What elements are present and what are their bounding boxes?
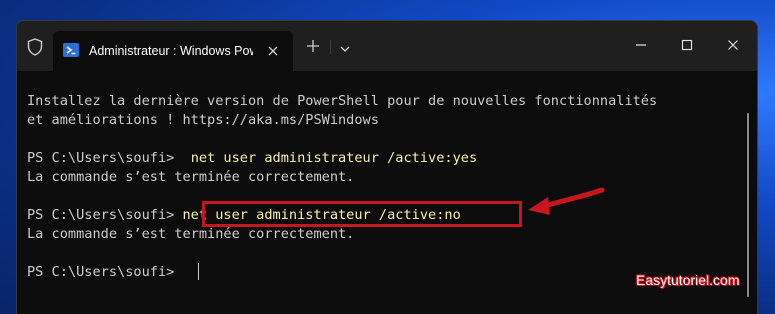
terminal-line: La commande s’est terminée correctement.	[27, 226, 355, 242]
close-window-button[interactable]	[709, 33, 755, 57]
watermark: Easytutoriel.com	[636, 272, 740, 288]
tab-divider	[330, 40, 331, 54]
maximize-button[interactable]	[663, 33, 709, 57]
terminal-line: La commande s’est terminée correctement.	[27, 169, 355, 185]
tab-title: Administrateur : Windows PowerShell	[89, 44, 253, 58]
terminal-prompt-line: PS C:\Users\soufi> net user administrate…	[27, 149, 477, 168]
arrow-icon	[528, 187, 605, 215]
minimize-button[interactable]	[617, 33, 663, 57]
terminal-prompt-line: PS C:\Users\soufi>	[27, 264, 183, 280]
command-text: net user administrateur /active:yes	[190, 150, 478, 166]
terminal-window: Administrateur : Windows PowerShell	[16, 20, 758, 314]
plus-icon[interactable]	[305, 38, 321, 54]
shield-icon[interactable]	[27, 38, 43, 56]
close-icon	[728, 40, 738, 50]
text-cursor	[198, 263, 199, 280]
powershell-icon	[63, 43, 79, 57]
scrollbar[interactable]	[747, 113, 749, 297]
maximize-icon	[681, 39, 693, 51]
prompt: PS C:\Users\soufi>	[27, 150, 183, 166]
terminal-line: et améliorations ! https://aka.ms/PSWind…	[27, 112, 379, 128]
minimize-icon	[636, 44, 646, 46]
title-bar: Administrateur : Windows PowerShell	[17, 21, 757, 71]
terminal-line: Installez la dernière version de PowerSh…	[27, 93, 658, 109]
chevron-down-icon[interactable]	[338, 40, 352, 52]
prompt: PS C:\Users\soufi>	[27, 207, 183, 223]
highlight-box	[202, 201, 522, 227]
tab-powershell[interactable]: Administrateur : Windows PowerShell	[53, 31, 293, 71]
close-icon[interactable]	[265, 43, 281, 59]
